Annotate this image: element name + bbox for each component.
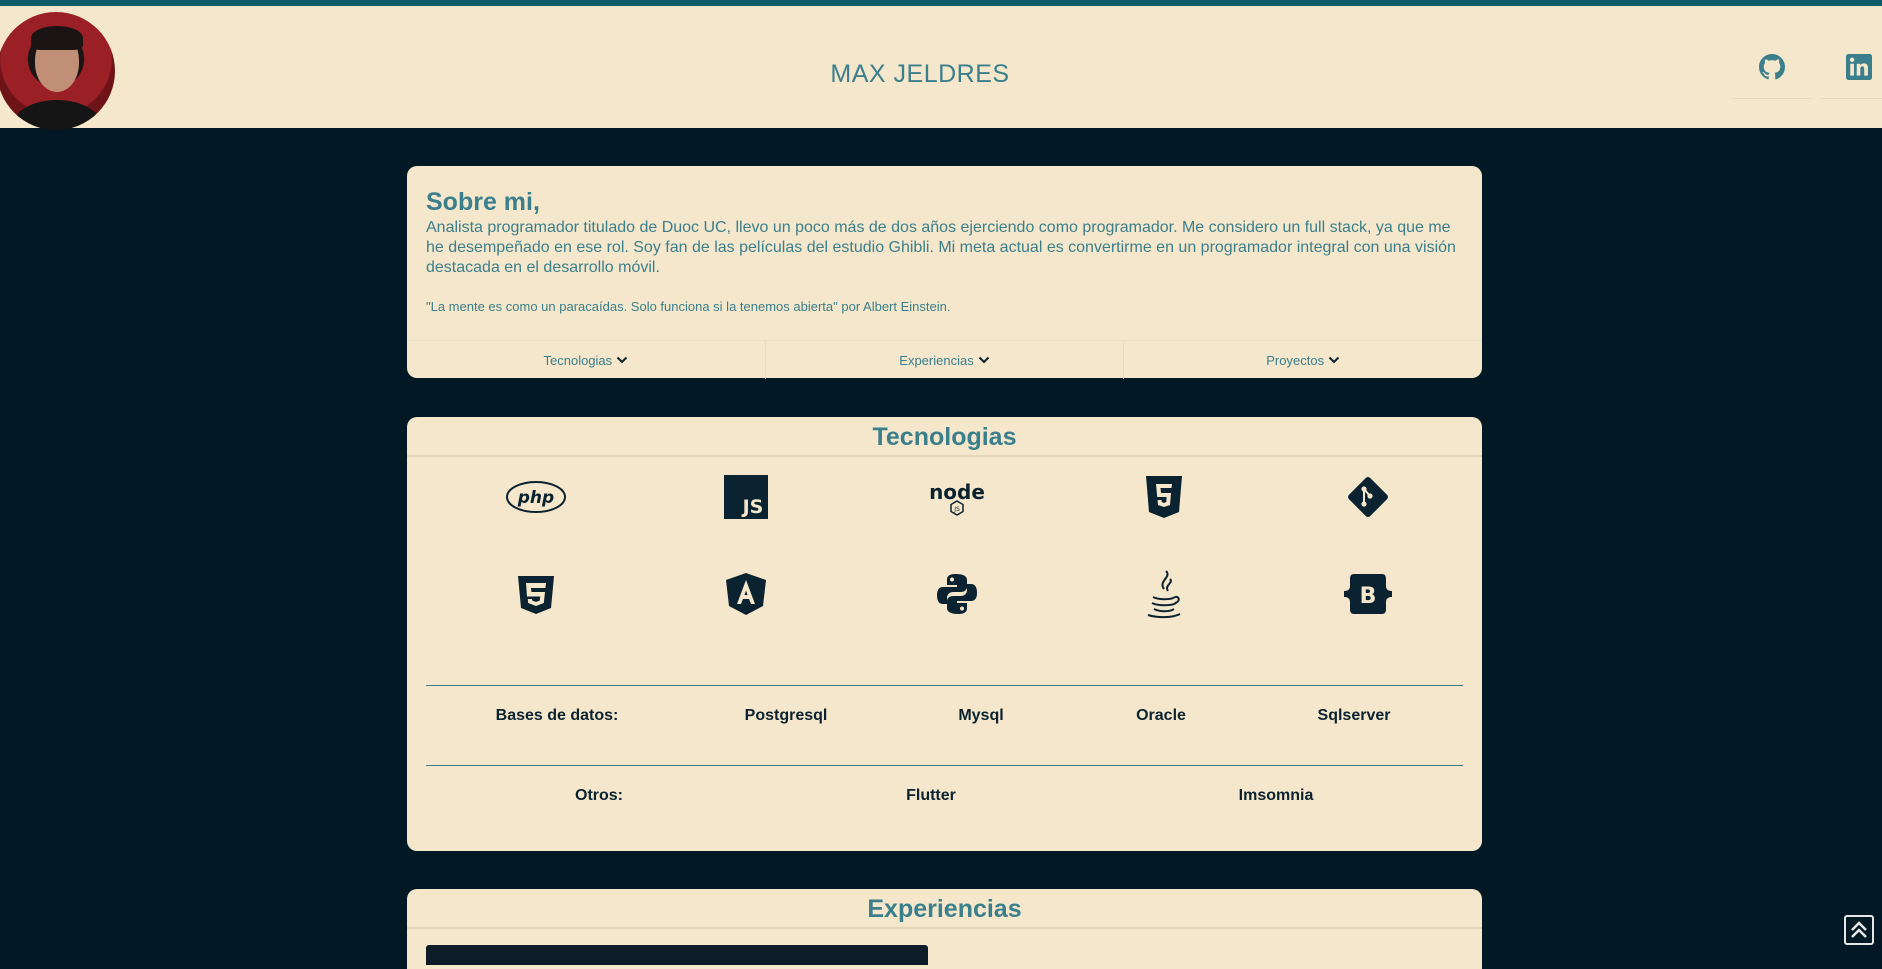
linkedin-icon	[1846, 54, 1872, 80]
site-header: MAX JELDRES	[0, 0, 1882, 130]
database-item: Sqlserver	[1317, 707, 1391, 724]
git-icon	[1333, 467, 1403, 527]
javascript-icon: JS	[711, 467, 781, 527]
technologies-card: Tecnologias php JS node JS B Bases de da…	[407, 417, 1482, 851]
scroll-to-top-button[interactable]	[1844, 915, 1874, 945]
java-icon	[1129, 564, 1199, 624]
divider	[426, 685, 1463, 686]
about-title: Sobre mi,	[426, 188, 540, 216]
chevron-down-icon	[1328, 356, 1340, 364]
svg-text:JS: JS	[741, 496, 764, 518]
others-label: Otros:	[575, 787, 623, 804]
divider	[426, 765, 1463, 766]
svg-text:B: B	[1360, 584, 1377, 609]
database-item: Mysql	[958, 707, 1004, 724]
chevron-down-icon	[616, 356, 628, 364]
database-item: Oracle	[1136, 707, 1186, 724]
github-link[interactable]	[1733, 36, 1811, 99]
css3-icon	[501, 564, 571, 624]
experiences-title: Experiencias	[867, 895, 1022, 923]
tab-proyectos[interactable]: Proyectos	[1124, 341, 1482, 379]
database-item: Postgresql	[744, 707, 828, 724]
technologies-title: Tecnologias	[872, 423, 1017, 451]
bootstrap-icon: B	[1333, 564, 1403, 624]
tab-experiencias[interactable]: Experiencias	[766, 341, 1125, 379]
nodejs-icon: node JS	[922, 467, 992, 527]
svg-text:php: php	[517, 488, 554, 508]
about-card: Sobre mi, Analista programador titulado …	[407, 166, 1482, 379]
php-icon: php	[501, 467, 571, 527]
python-icon	[922, 564, 992, 624]
html5-icon	[1129, 467, 1199, 527]
linkedin-link[interactable]	[1820, 36, 1882, 99]
tab-label: Tecnologias	[543, 352, 613, 368]
tab-label: Proyectos	[1266, 352, 1325, 368]
about-quote: "La mente es como un paracaídas. Solo fu…	[426, 299, 951, 314]
other-tool-item: Imsomnia	[1238, 787, 1314, 804]
divider	[407, 455, 1482, 457]
tab-label: Experiencias	[899, 352, 974, 368]
about-tabs: Tecnologias Experiencias Proyectos	[407, 340, 1482, 379]
angular-icon	[711, 564, 781, 624]
divider	[407, 927, 1482, 929]
svg-text:JS: JS	[953, 506, 960, 513]
experience-item	[426, 945, 928, 965]
about-description: Analista programador titulado de Duoc UC…	[426, 219, 1456, 276]
chevrons-up-icon	[1851, 921, 1867, 938]
chevron-down-icon	[978, 356, 989, 364]
site-title: MAX JELDRES	[830, 60, 1010, 88]
experiences-card: Experiencias	[407, 889, 1482, 969]
other-tool-item: Flutter	[906, 787, 956, 804]
tab-tecnologias[interactable]: Tecnologias	[407, 341, 766, 379]
github-icon	[1759, 54, 1785, 80]
databases-label: Bases de datos:	[495, 707, 619, 724]
